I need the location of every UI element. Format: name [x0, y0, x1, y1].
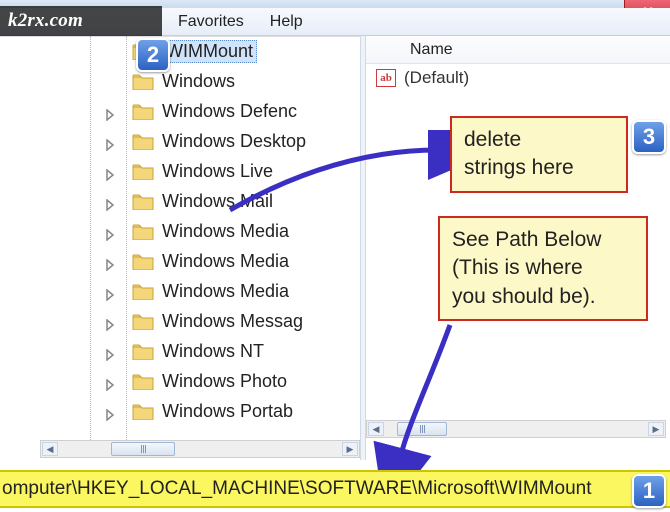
tree-item-label: Windows Media: [162, 251, 289, 272]
tree-item-label: Windows Portab: [162, 401, 293, 422]
values-hscrollbar[interactable]: ◀ ▶: [366, 420, 666, 438]
tree-item[interactable]: Windows Portab: [40, 396, 360, 426]
folder-icon: [132, 402, 154, 420]
tree-item-label: WIMMount: [162, 40, 257, 63]
folder-icon: [132, 342, 154, 360]
callout-text: See Path Below: [452, 226, 634, 254]
callout-text: strings here: [464, 154, 614, 182]
tree-item-label: Windows: [162, 71, 235, 92]
tree-item[interactable]: Windows Live: [40, 156, 360, 186]
statusbar: omputer\HKEY_LOCAL_MACHINE\SOFTWARE\Micr…: [0, 460, 670, 512]
tree-item[interactable]: Windows Defenc: [40, 96, 360, 126]
watermark: k2rx.com: [0, 6, 162, 36]
tree-item-label: Windows Media: [162, 221, 289, 242]
tree-item[interactable]: Windows Desktop: [40, 126, 360, 156]
chevron-right-icon[interactable]: [104, 375, 116, 387]
folder-icon: [132, 372, 154, 390]
chevron-right-icon[interactable]: [104, 285, 116, 297]
tree-item[interactable]: Windows Mail: [40, 186, 360, 216]
chevron-right-icon[interactable]: [104, 105, 116, 117]
tree-item-label: Windows Desktop: [162, 131, 306, 152]
tree-item[interactable]: Windows Media: [40, 276, 360, 306]
folder-icon: [132, 252, 154, 270]
annotation-badge-3: 3: [632, 120, 666, 154]
tree-item-label: Windows Messag: [162, 311, 303, 332]
scroll-right-icon[interactable]: ▶: [342, 442, 358, 456]
string-value-icon: ab: [376, 69, 396, 87]
chevron-right-icon[interactable]: [104, 405, 116, 417]
callout-text: (This is where: [452, 254, 634, 282]
callout-text: delete: [464, 126, 614, 154]
folder-icon: [132, 72, 154, 90]
tree-item[interactable]: Windows Media: [40, 246, 360, 276]
tree-pane: WIMMount Windows Windows Defenc Windows Des…: [0, 36, 360, 460]
tree-item[interactable]: Windows Media: [40, 216, 360, 246]
column-header-name[interactable]: Name: [366, 36, 670, 64]
tree-item-label: Windows Live: [162, 161, 273, 182]
menu-favorites[interactable]: Favorites: [178, 13, 244, 31]
callout-text: you should be).: [452, 283, 634, 311]
folder-icon: [132, 282, 154, 300]
tree-item-label: Windows NT: [162, 341, 264, 362]
menu-help[interactable]: Help: [270, 13, 303, 31]
folder-icon: [132, 312, 154, 330]
folder-icon: [132, 222, 154, 240]
annotation-badge-2: 2: [136, 38, 170, 72]
tree-item[interactable]: Windows Photo: [40, 366, 360, 396]
tree-item-label: Windows Media: [162, 281, 289, 302]
chevron-right-icon[interactable]: [104, 315, 116, 327]
tree-item-label: Windows Mail: [162, 191, 273, 212]
folder-icon: [132, 162, 154, 180]
tree-item[interactable]: Windows NT: [40, 336, 360, 366]
value-name: (Default): [404, 68, 469, 88]
tree-item-label: Windows Defenc: [162, 101, 297, 122]
folder-icon: [132, 192, 154, 210]
registry-tree[interactable]: WIMMount Windows Windows Defenc Windows Des…: [40, 36, 360, 440]
tree-item[interactable]: Windows: [40, 66, 360, 96]
chevron-right-icon[interactable]: [104, 255, 116, 267]
tree-item-label: Windows Photo: [162, 371, 287, 392]
tree-item[interactable]: Windows Messag: [40, 306, 360, 336]
list-item[interactable]: ab (Default): [366, 64, 670, 92]
status-path-highlight: omputer\HKEY_LOCAL_MACHINE\SOFTWARE\Micr…: [0, 470, 670, 508]
tree-item[interactable]: WIMMount: [40, 36, 360, 66]
chevron-right-icon[interactable]: [104, 165, 116, 177]
folder-icon: [132, 102, 154, 120]
chevron-right-icon[interactable]: [104, 225, 116, 237]
scroll-left-icon[interactable]: ◀: [368, 422, 384, 436]
annotation-badge-1: 1: [632, 474, 666, 508]
tree-hscrollbar[interactable]: ◀ ▶: [40, 440, 360, 458]
scroll-thumb[interactable]: [111, 442, 175, 456]
chevron-right-icon[interactable]: [104, 195, 116, 207]
scroll-thumb[interactable]: [397, 422, 447, 436]
chevron-right-icon[interactable]: [104, 135, 116, 147]
callout-delete: delete strings here: [450, 116, 628, 193]
folder-icon: [132, 132, 154, 150]
callout-path: See Path Below (This is where you should…: [438, 216, 648, 321]
scroll-left-icon[interactable]: ◀: [42, 442, 58, 456]
scroll-right-icon[interactable]: ▶: [648, 422, 664, 436]
chevron-right-icon[interactable]: [104, 345, 116, 357]
